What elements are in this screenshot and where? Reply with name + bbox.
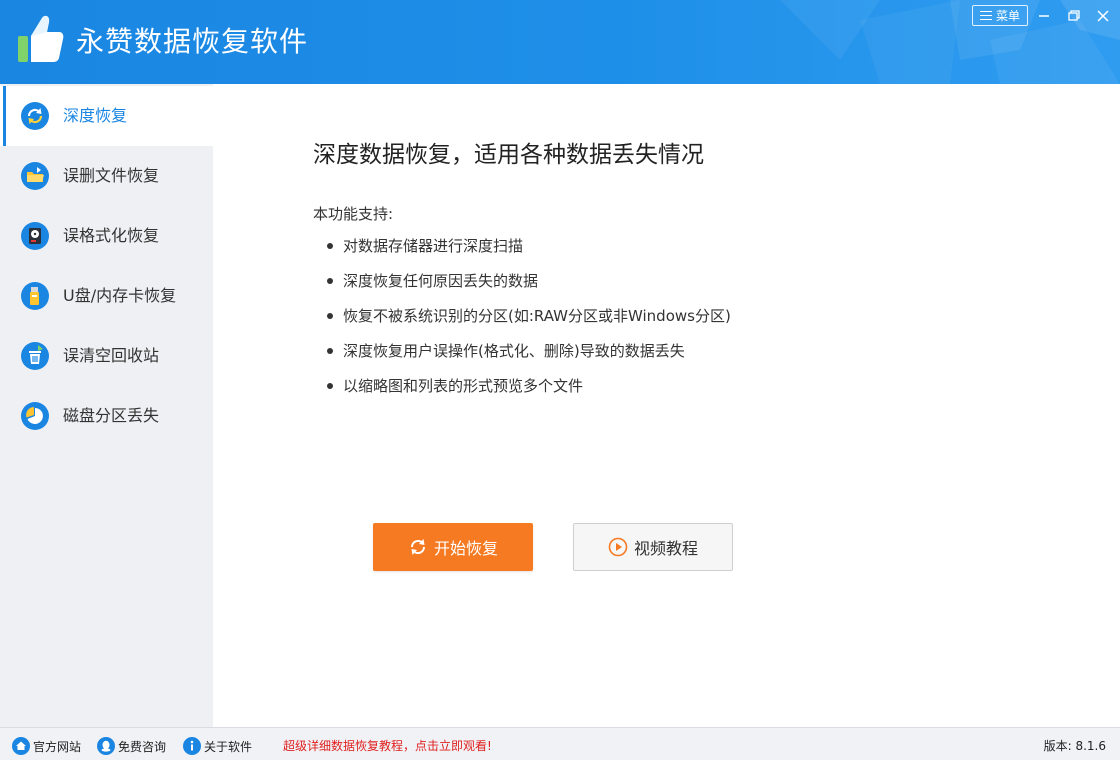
menu-icon bbox=[979, 11, 992, 20]
bullet-icon bbox=[327, 383, 333, 389]
sidebar: 深度恢复 误删文件恢复 误格式化恢复 U盘/内存卡恢复 误清空回收站 磁盘分区丢… bbox=[0, 84, 213, 727]
feature-text: 深度恢复用户误操作(格式化、删除)导致的数据丢失 bbox=[343, 342, 685, 360]
list-item: 深度恢复用户误操作(格式化、删除)导致的数据丢失 bbox=[327, 341, 731, 376]
official-site-link[interactable]: 官方网站 bbox=[12, 737, 81, 755]
sidebar-item-label: 误格式化恢复 bbox=[63, 226, 160, 245]
thumbs-up-logo-icon bbox=[18, 15, 64, 62]
sidebar-item-partition-lost[interactable]: 磁盘分区丢失 bbox=[0, 386, 213, 446]
refresh-icon bbox=[410, 539, 425, 555]
sidebar-item-recycle-bin[interactable]: 误清空回收站 bbox=[0, 326, 213, 386]
sidebar-item-format-recovery[interactable]: 误格式化恢复 bbox=[0, 206, 213, 266]
list-item: 以缩略图和列表的形式预览多个文件 bbox=[327, 376, 731, 411]
bullet-icon bbox=[327, 313, 333, 319]
about-software-link[interactable]: 关于软件 bbox=[183, 737, 252, 755]
tutorial-promo-link[interactable]: 超级详细数据恢复教程，点击立即观看! bbox=[283, 737, 492, 754]
start-recovery-button[interactable]: 开始恢复 bbox=[373, 523, 533, 571]
sidebar-item-usb-card[interactable]: U盘/内存卡恢复 bbox=[0, 266, 213, 326]
feature-text: 深度恢复任何原因丢失的数据 bbox=[343, 272, 539, 290]
free-consult-label: 免费咨询 bbox=[118, 739, 167, 754]
close-icon[interactable] bbox=[1093, 6, 1113, 26]
sidebar-item-deleted-files[interactable]: 误删文件恢复 bbox=[0, 146, 213, 206]
minimize-icon[interactable] bbox=[1034, 6, 1054, 26]
feature-text: 以缩略图和列表的形式预览多个文件 bbox=[343, 377, 584, 395]
app-title: 永赞数据恢复软件 bbox=[76, 25, 309, 58]
about-software-label: 关于软件 bbox=[204, 739, 253, 754]
pie-partition-icon bbox=[21, 402, 49, 430]
menu-label: 菜单 bbox=[995, 9, 1020, 23]
folder-icon bbox=[21, 162, 49, 190]
list-item: 深度恢复任何原因丢失的数据 bbox=[327, 271, 731, 306]
official-site-label: 官方网站 bbox=[33, 739, 82, 754]
sidebar-item-deep-recovery[interactable]: 深度恢复 bbox=[0, 86, 213, 146]
page-title: 深度数据恢复，适用各种数据丢失情况 bbox=[313, 142, 704, 168]
qq-icon bbox=[97, 737, 115, 755]
info-icon bbox=[183, 737, 201, 755]
home-icon bbox=[12, 737, 30, 755]
list-item: 恢复不被系统识别的分区(如:RAW分区或非Windows分区) bbox=[327, 306, 731, 341]
sidebar-item-label: 磁盘分区丢失 bbox=[63, 406, 160, 425]
refresh-circle-icon bbox=[21, 102, 49, 130]
sidebar-item-label: 误删文件恢复 bbox=[63, 166, 160, 185]
feature-text: 恢复不被系统识别的分区(如:RAW分区或非Windows分区) bbox=[343, 307, 731, 325]
restore-icon[interactable] bbox=[1064, 6, 1084, 26]
list-item: 对数据存储器进行深度扫描 bbox=[327, 236, 731, 271]
support-label: 本功能支持: bbox=[313, 205, 394, 223]
status-bar: 官方网站 免费咨询 关于软件 超级详细数据恢复教程，点击立即观看! 版本: 8.… bbox=[0, 727, 1120, 760]
menu-button[interactable]: 菜单 bbox=[972, 5, 1028, 26]
hard-disk-icon bbox=[21, 222, 49, 250]
title-bar: 永赞数据恢复软件 菜单 bbox=[0, 0, 1120, 84]
bullet-icon bbox=[327, 348, 333, 354]
usb-drive-icon bbox=[21, 282, 49, 310]
version-label: 版本: 8.1.6 bbox=[1043, 739, 1106, 753]
start-recovery-label: 开始恢复 bbox=[433, 539, 498, 558]
bullet-icon bbox=[327, 243, 333, 249]
sidebar-item-label: 深度恢复 bbox=[63, 106, 128, 125]
recycle-bin-icon bbox=[21, 342, 49, 370]
video-tutorial-label: 视频教程 bbox=[633, 539, 698, 558]
sidebar-item-label: U盘/内存卡恢复 bbox=[63, 286, 177, 305]
bullet-icon bbox=[327, 278, 333, 284]
feature-list: 对数据存储器进行深度扫描 深度恢复任何原因丢失的数据 恢复不被系统识别的分区(如… bbox=[327, 236, 731, 411]
video-tutorial-button[interactable]: 视频教程 bbox=[573, 523, 733, 571]
sidebar-item-label: 误清空回收站 bbox=[63, 346, 160, 365]
play-circle-icon bbox=[608, 537, 628, 557]
feature-text: 对数据存储器进行深度扫描 bbox=[343, 237, 524, 255]
free-consult-link[interactable]: 免费咨询 bbox=[97, 737, 166, 755]
